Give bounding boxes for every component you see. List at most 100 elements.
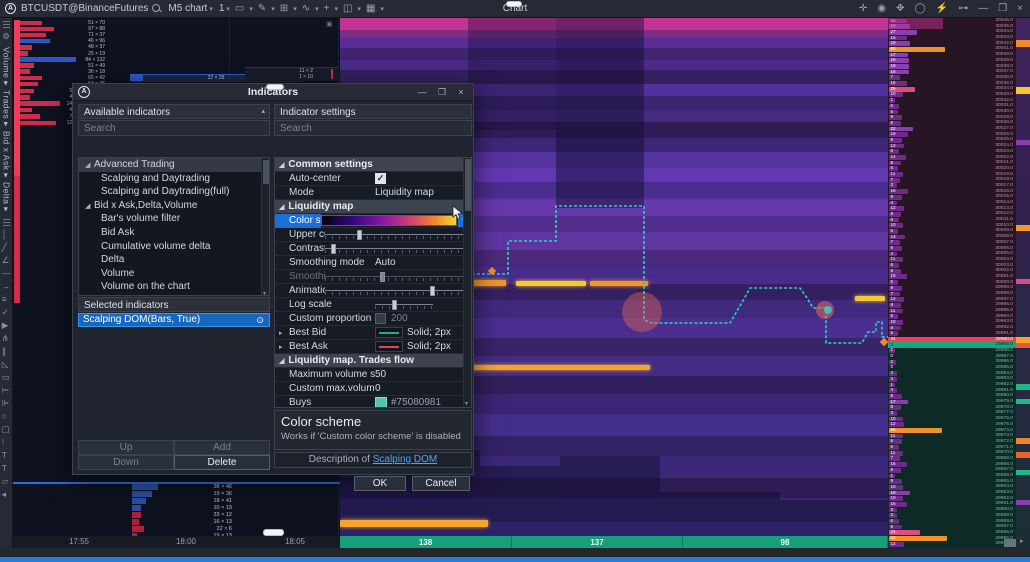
polyline-icon[interactable]: ✓ [2, 306, 11, 319]
triangle-icon[interactable]: ◺ [2, 358, 11, 371]
chevron-down-icon[interactable]: ▾ [209, 5, 213, 13]
dom-scrollbar-thumb[interactable] [1004, 539, 1016, 547]
ok-button[interactable]: OK [354, 476, 406, 491]
tree-item-volume-on-the-chart[interactable]: Volume on the chart [79, 280, 269, 294]
horizontal-line-icon[interactable]: — [2, 267, 11, 280]
parallel-channel-icon[interactable]: ∥ [2, 345, 11, 358]
collapse-icon[interactable]: ◢ [279, 203, 284, 211]
panels-icon[interactable]: ▦ [366, 0, 375, 18]
toolbar-grip[interactable] [3, 20, 10, 28]
setting-row-maximum-volume-si[interactable]: Maximum volume si50 [275, 368, 471, 382]
slider-handle[interactable] [392, 300, 397, 310]
chevron-down-icon[interactable]: ▾ [315, 6, 319, 13]
line-style-swatch[interactable] [375, 341, 403, 352]
tree-scrollbar-thumb[interactable] [263, 160, 269, 184]
setting-value[interactable] [325, 230, 471, 240]
minimize-icon[interactable]: — [978, 0, 988, 18]
tree-item-advanced-trading[interactable]: ◢Advanced Trading [79, 158, 269, 172]
setting-row-mode[interactable]: ModeLiquidity map [275, 186, 471, 200]
panel-settings-icon[interactable]: ▣ [326, 20, 333, 28]
restore-icon[interactable]: ❐ [998, 0, 1007, 18]
volume-profile-icon[interactable]: ⊨ [2, 384, 11, 397]
monitor-icon[interactable]: ▭ [235, 0, 244, 18]
slider-handle[interactable] [331, 244, 336, 254]
down-button[interactable]: Down [78, 455, 174, 470]
gear-icon[interactable]: ⚙ [2, 30, 10, 43]
chevron-down-icon[interactable]: ▾ [249, 6, 253, 13]
search-icon[interactable] [152, 4, 161, 13]
setting-row-custom-max-volume[interactable]: Custom max.volume0 [275, 382, 471, 396]
expand-icon[interactable]: ◢ [85, 159, 94, 173]
setting-row-buys[interactable]: Buys#75080981 [275, 396, 471, 408]
chevron-down-icon[interactable]: ▾ [271, 6, 275, 13]
setting-row-animation-speed[interactable]: Animation speed,... [275, 284, 471, 298]
ruler-icon[interactable]: ≡ [2, 293, 11, 306]
tree-item-cumulative-volume-delta[interactable]: Cumulative volume delta [79, 240, 269, 254]
slider[interactable] [375, 300, 433, 310]
rectangle-icon[interactable]: ▭ [2, 371, 11, 384]
chevron-down-icon[interactable]: ▾ [357, 6, 361, 13]
setting-row-contrast[interactable]: Contrast [275, 242, 471, 256]
chevron-down-icon[interactable]: ▾ [380, 6, 384, 13]
setting-value[interactable]: Auto [375, 257, 471, 268]
diagonal-line-icon[interactable]: ╱ [2, 241, 11, 254]
tree-item-bar-s-volume-filter[interactable]: Bar's volume filter [79, 212, 269, 226]
tree-item-bid-ask[interactable]: Bid Ask [79, 226, 269, 240]
scroll-down-icon[interactable]: ▾ [263, 290, 266, 296]
volume-profile-fixed-icon[interactable]: ⊫ [2, 397, 11, 410]
ellipse-icon[interactable]: ○ [2, 410, 11, 423]
dialog-close-button[interactable]: × [452, 85, 470, 99]
angle-icon[interactable]: ∠ [2, 254, 11, 267]
dashed-box-icon[interactable]: ▢ [2, 423, 11, 436]
setting-row-best-ask[interactable]: ▸Best AskSolid; 2px [275, 340, 471, 354]
text-anchored-icon[interactable]: T [2, 449, 11, 462]
slider[interactable] [325, 244, 471, 254]
interval-selector[interactable]: 1 [219, 3, 225, 14]
tree-item-delta[interactable]: Delta [79, 253, 269, 267]
dialog-maximize-button[interactable]: ❐ [433, 85, 451, 99]
delete-button[interactable]: Delete [174, 455, 270, 470]
visibility-eye-icon[interactable]: ⊙ [256, 314, 264, 326]
setting-row-smoothing[interactable]: Smoothing [275, 270, 471, 284]
panel-label-trades[interactable]: Trades ▸ [1, 90, 12, 127]
crosshair-icon[interactable]: ✛ [859, 0, 867, 18]
scroll-right-arrow-icon[interactable]: ▸ [1020, 537, 1024, 545]
settings-section-liquidity-map[interactable]: ◢Liquidity map [275, 200, 471, 214]
selected-indicator-item[interactable]: Scalping DOM(Bars, True) ⊙ [78, 313, 270, 327]
setting-row-custom-proportion[interactable]: Custom proportion200 [275, 312, 471, 326]
setting-value[interactable] [375, 300, 471, 310]
expand-icon[interactable]: ▸ [279, 343, 283, 351]
slider[interactable] [325, 230, 471, 240]
price-label-icon[interactable]: ▱ [2, 475, 11, 488]
line-chart-icon[interactable]: ∿ [302, 0, 310, 18]
setting-row-upper-cut-off[interactable]: Upper cut-off, % [275, 228, 471, 242]
tree-item-bid-x-ask-delta-volume[interactable]: ◢Bid x Ask,Delta,Volume [79, 199, 269, 213]
pin-icon[interactable]: ⊶ [958, 0, 968, 18]
panel-label-volume[interactable]: Volume ▸ [1, 47, 12, 86]
setting-row-log-scale[interactable]: Log scale [275, 298, 471, 312]
slider[interactable] [325, 272, 471, 282]
timeframe-selector[interactable]: M5 chart [168, 3, 207, 14]
chevron-down-icon[interactable]: ▾ [293, 6, 297, 13]
settings-section-common-settings[interactable]: ◢Common settings [275, 158, 471, 172]
setting-value[interactable]: Solid; 2px [375, 341, 471, 352]
setting-value[interactable]: ✓ [375, 173, 471, 184]
slider-handle[interactable] [380, 272, 385, 282]
setting-value[interactable] [325, 286, 471, 296]
slider-handle[interactable] [430, 286, 435, 296]
slider[interactable] [325, 286, 471, 296]
expand-icon[interactable]: ▸ [279, 329, 283, 337]
collapse-icon[interactable]: ◢ [279, 161, 284, 169]
toolbar-grip[interactable] [3, 218, 10, 226]
checkbox-unchecked[interactable] [375, 313, 386, 324]
checkbox-checked[interactable]: ✓ [375, 173, 386, 184]
add-icon[interactable]: + [324, 0, 330, 18]
panel-label-bid-x-ask[interactable]: Bid x Ask ▸ [1, 131, 12, 178]
dialog-minimize-button[interactable]: — [413, 85, 431, 99]
close-icon[interactable]: × [1017, 0, 1023, 18]
setting-value[interactable] [325, 244, 471, 254]
marker-icon[interactable]: ▶ [2, 319, 11, 332]
available-indicators-header[interactable]: Available indicators ▴ [78, 104, 270, 119]
layout-icon[interactable]: ◫ [343, 0, 352, 18]
text-icon[interactable]: T [2, 462, 11, 475]
